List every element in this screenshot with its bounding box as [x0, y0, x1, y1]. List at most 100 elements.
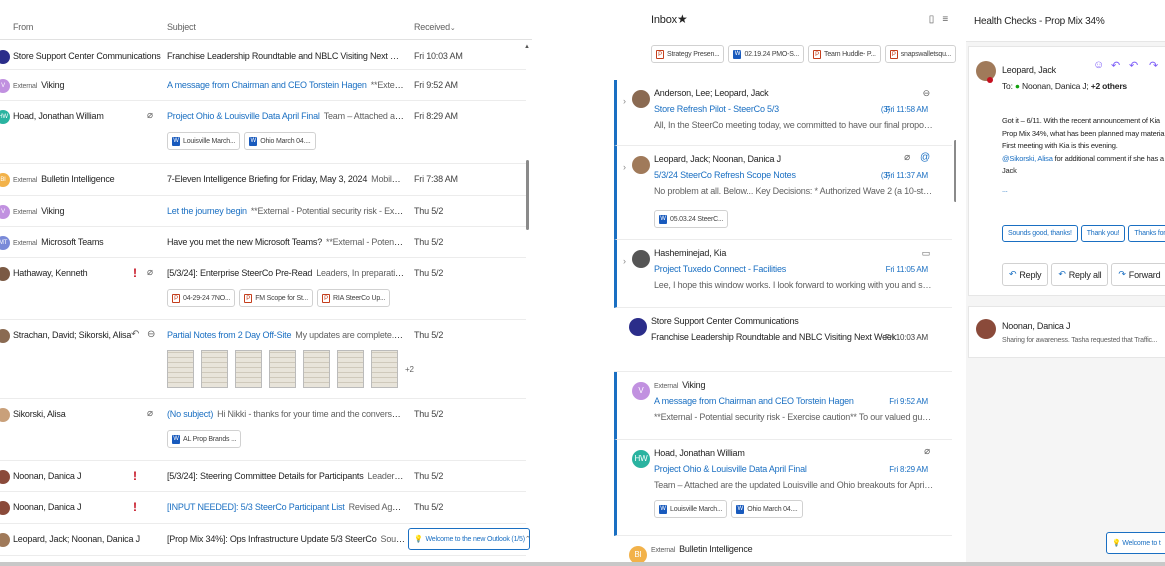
attachment-chip[interactable]: Psnapswalletsqu...: [884, 45, 956, 63]
list-item[interactable]: V External Viking Let the journey begin **Ex…: [0, 196, 526, 227]
sender-text: Microsoft Teams: [41, 237, 104, 247]
avatar[interactable]: [0, 329, 10, 343]
others-link[interactable]: +2 others: [1091, 81, 1127, 91]
avatar[interactable]: [632, 90, 650, 108]
list-item[interactable]: Sikorski, Alisa (No subject) Hi Nikki - th…: [0, 399, 526, 461]
suggested-reply-3[interactable]: Thanks for t: [1128, 225, 1165, 242]
attachment-chip[interactable]: W 05.03.24 SteerC...: [654, 210, 729, 228]
avatar[interactable]: [0, 533, 10, 547]
list-item[interactable]: Hathaway, Kenneth [5/3/24]: Enterprise St…: [0, 258, 526, 320]
avatar[interactable]: MT: [0, 236, 10, 250]
lightbulb-icon: 💡: [1112, 540, 1121, 547]
subject-column-header[interactable]: Subject: [167, 22, 196, 32]
attachment-chip[interactable]: P FM Scope for St...: [239, 289, 314, 307]
attachment-chip[interactable]: W Louisville March...: [167, 132, 241, 150]
avatar[interactable]: [629, 318, 647, 336]
sender-name: External Viking: [13, 206, 64, 216]
avatar[interactable]: [976, 319, 996, 339]
pane-gap: [532, 0, 614, 562]
from-column-header[interactable]: From: [13, 22, 33, 32]
list-item[interactable]: Noonan, Danica J [INPUT NEEDED]: 5/3 Stee…: [0, 492, 526, 524]
sender-name: Noonan, Danica J: [13, 471, 82, 481]
image-thumbnail[interactable]: [167, 350, 194, 388]
sender-name[interactable]: Leopard, Jack: [1002, 65, 1056, 75]
chevron-up-icon[interactable]: ⌃: [525, 535, 531, 543]
preview-text: My updates are complete. Please see my n…: [295, 330, 405, 340]
list-item[interactable]: Strachan, David; Sikorski, Alisa Partial …: [0, 320, 526, 399]
select-mode-icon[interactable]: ▯: [929, 14, 935, 25]
welcome-tip-button[interactable]: 💡 Welcome to the new Outlook (1/5) ⌃: [408, 528, 531, 550]
chevron-right-icon[interactable]: ›: [623, 162, 626, 172]
welcome-tip-button[interactable]: 💡 Welcome to t: [1106, 532, 1165, 554]
attachment-chip[interactable]: P Strategy Presen...: [651, 45, 725, 63]
scroll-up-icon[interactable]: ▲: [524, 44, 530, 50]
filter-icon[interactable]: ≡: [942, 14, 948, 25]
avatar[interactable]: [0, 470, 10, 484]
chevron-right-icon[interactable]: ›: [623, 96, 626, 106]
image-thumbnail[interactable]: [235, 350, 262, 388]
attachment-chip[interactable]: P 04-29-24 7NO...: [167, 289, 236, 307]
list-item[interactable]: V External Viking A message from Chairman a…: [0, 70, 526, 101]
list-item[interactable]: Store Support Center Communications Franc…: [0, 41, 526, 70]
inbox-message[interactable]: BI External Bulletin Intelligence: [614, 536, 952, 562]
reply-icon[interactable]: ↶: [131, 329, 139, 340]
attachment-chip[interactable]: W 02.19.24 PMO-S...: [728, 45, 805, 63]
star-icon[interactable]: ★: [677, 12, 688, 26]
avatar[interactable]: [0, 267, 10, 281]
list-item[interactable]: BI External Bulletin Intelligence 7-Eleven …: [0, 164, 526, 196]
attachment-chip[interactable]: P RIA SteerCo Up...: [317, 289, 391, 307]
avatar[interactable]: V: [0, 79, 10, 93]
image-thumbnail[interactable]: [371, 350, 398, 388]
suggested-reply-2[interactable]: Thank you!: [1080, 225, 1126, 242]
more-images-count[interactable]: +2: [405, 365, 414, 374]
avatar[interactable]: [0, 501, 10, 515]
list-item[interactable]: Noonan, Danica J [5/3/24]: Steering Commi…: [0, 461, 526, 492]
mention[interactable]: @Sikorski, Alisa: [1002, 154, 1053, 163]
attachment-chip[interactable]: W Ohio March 04....: [244, 132, 316, 150]
avatar[interactable]: [632, 250, 650, 268]
attachment-chip[interactable]: W Louisville March...: [654, 500, 728, 518]
suggested-reply-1[interactable]: Sounds good, thanks!: [1002, 225, 1078, 242]
image-thumbnail[interactable]: [201, 350, 228, 388]
attachment-chip[interactable]: P Team Huddle- P...: [808, 45, 881, 63]
inbox-message[interactable]: HW Hoad, Jonathan William Project Ohio & L…: [614, 440, 952, 536]
forward-icon[interactable]: ↷: [1149, 59, 1158, 72]
inbox-message[interactable]: Store Support Center Communications Franc…: [614, 308, 952, 372]
expand-ellipsis[interactable]: ...: [1002, 184, 1164, 197]
inbox-message[interactable]: V External Viking A message from Chairman a…: [614, 372, 952, 440]
list-item[interactable]: MT External Microsoft Teams Have you met th…: [0, 227, 526, 258]
avatar[interactable]: [976, 61, 996, 81]
scrollbar[interactable]: [526, 160, 529, 230]
inbox-message[interactable]: › Hasheminejad, Kia Project Tuxedo Connect…: [614, 240, 952, 308]
list-item[interactable]: HW Hoad, Jonathan William Project Ohio & L…: [0, 101, 526, 164]
reply-all-button[interactable]: ↶ Reply all: [1051, 263, 1109, 286]
reply-button[interactable]: ↶ Reply: [1002, 263, 1049, 286]
chevron-right-icon[interactable]: ›: [623, 256, 626, 266]
avatar[interactable]: V: [632, 382, 650, 400]
image-thumbnail[interactable]: [269, 350, 296, 388]
reply-all-icon[interactable]: ↶: [1129, 59, 1138, 72]
collapsed-message-card[interactable]: Noonan, Danica J Sharing for awareness. …: [968, 306, 1165, 358]
received-column-header[interactable]: Received⌄: [414, 22, 456, 32]
avatar[interactable]: [0, 50, 10, 64]
sender-name: External Microsoft Teams: [13, 237, 104, 247]
inbox-message[interactable]: › Anderson, Lee; Leopard, Jack Store Refre…: [614, 80, 952, 146]
avatar[interactable]: [0, 408, 10, 422]
reply-icon[interactable]: ↶: [1111, 59, 1120, 72]
image-thumbnail[interactable]: [303, 350, 330, 388]
avatar[interactable]: HW: [0, 110, 10, 124]
attachment-chip[interactable]: W Ohio March 04....: [731, 500, 803, 518]
inbox-message[interactable]: › Leopard, Jack; Noonan, Danica J 5/3/24 S…: [614, 146, 952, 240]
attachment-chip[interactable]: W AL Prop Brands ...: [167, 430, 242, 448]
avatar[interactable]: BI: [629, 546, 647, 562]
avatar[interactable]: HW: [632, 450, 650, 468]
avatar[interactable]: [632, 156, 650, 174]
forward-button[interactable]: ↷ Forward: [1111, 263, 1165, 286]
emoji-react-icon[interactable]: ☺: [1093, 59, 1104, 71]
avatar[interactable]: BI: [0, 173, 10, 187]
image-thumbnail[interactable]: [337, 350, 364, 388]
inbox-scrollbar[interactable]: [954, 140, 956, 202]
avatar[interactable]: V: [0, 205, 10, 219]
sender-name: External Viking: [13, 80, 64, 90]
sender-text: Hoad, Jonathan William: [13, 111, 104, 121]
